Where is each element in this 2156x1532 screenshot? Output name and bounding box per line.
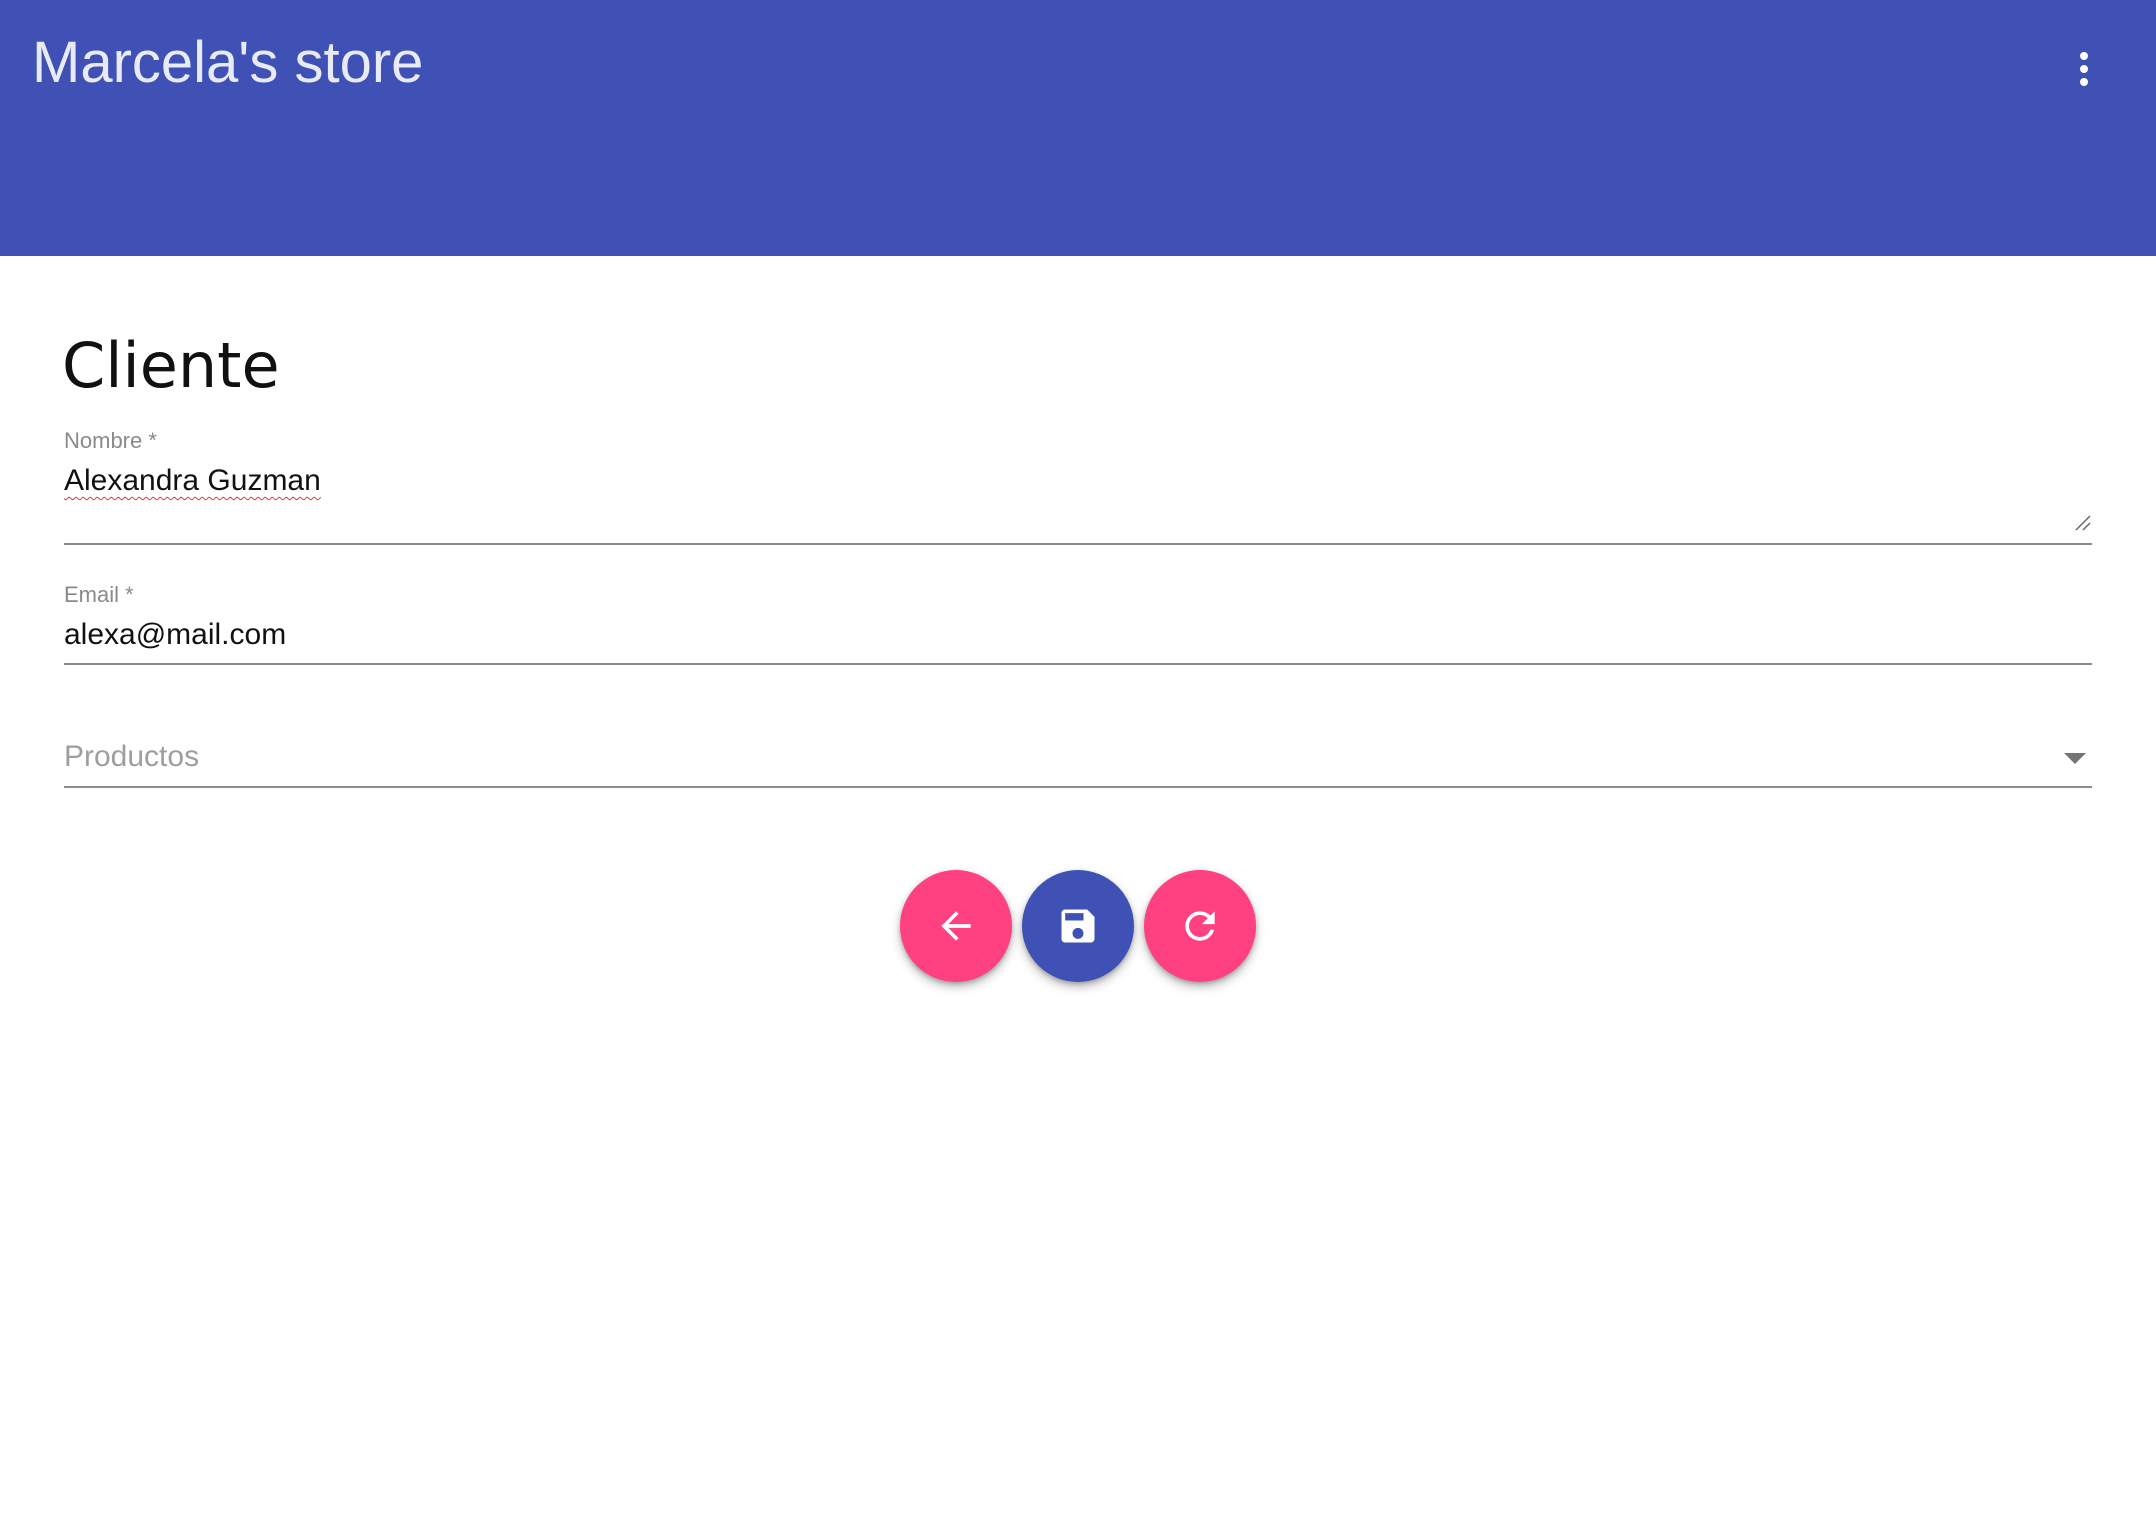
email-field[interactable]: Email * alexa@mail.com <box>64 582 2092 668</box>
arrow-drop-down-icon <box>2064 753 2086 764</box>
productos-select[interactable]: Productos <box>64 736 2092 790</box>
more-menu-button[interactable] <box>2060 38 2108 100</box>
back-button[interactable] <box>900 870 1012 982</box>
arrow-back-icon <box>941 911 971 941</box>
nombre-underline <box>64 543 2092 545</box>
nombre-input[interactable]: Alexandra Guzman <box>64 464 321 498</box>
nombre-field[interactable]: Nombre * Alexandra Guzman <box>64 428 2092 548</box>
more-vert-icon <box>2080 52 2088 60</box>
refresh-icon <box>1185 911 1215 941</box>
app-title: Marcela's store <box>32 30 424 95</box>
save-button[interactable] <box>1022 870 1134 982</box>
app-bar: Marcela's store <box>0 0 2156 256</box>
productos-placeholder: Productos <box>64 740 200 773</box>
refresh-button[interactable] <box>1144 870 1256 982</box>
nombre-label: Nombre * <box>64 428 157 453</box>
email-label: Email * <box>64 582 134 607</box>
page-title: Cliente <box>62 329 280 402</box>
more-vert-icon-dot <box>2080 78 2088 86</box>
save-icon <box>1061 909 1095 943</box>
productos-underline <box>64 786 2092 788</box>
email-underline <box>64 663 2092 665</box>
resize-handle-icon[interactable] <box>2072 512 2092 532</box>
email-input[interactable]: alexa@mail.com <box>64 618 286 652</box>
more-vert-icon-dot <box>2080 65 2088 73</box>
